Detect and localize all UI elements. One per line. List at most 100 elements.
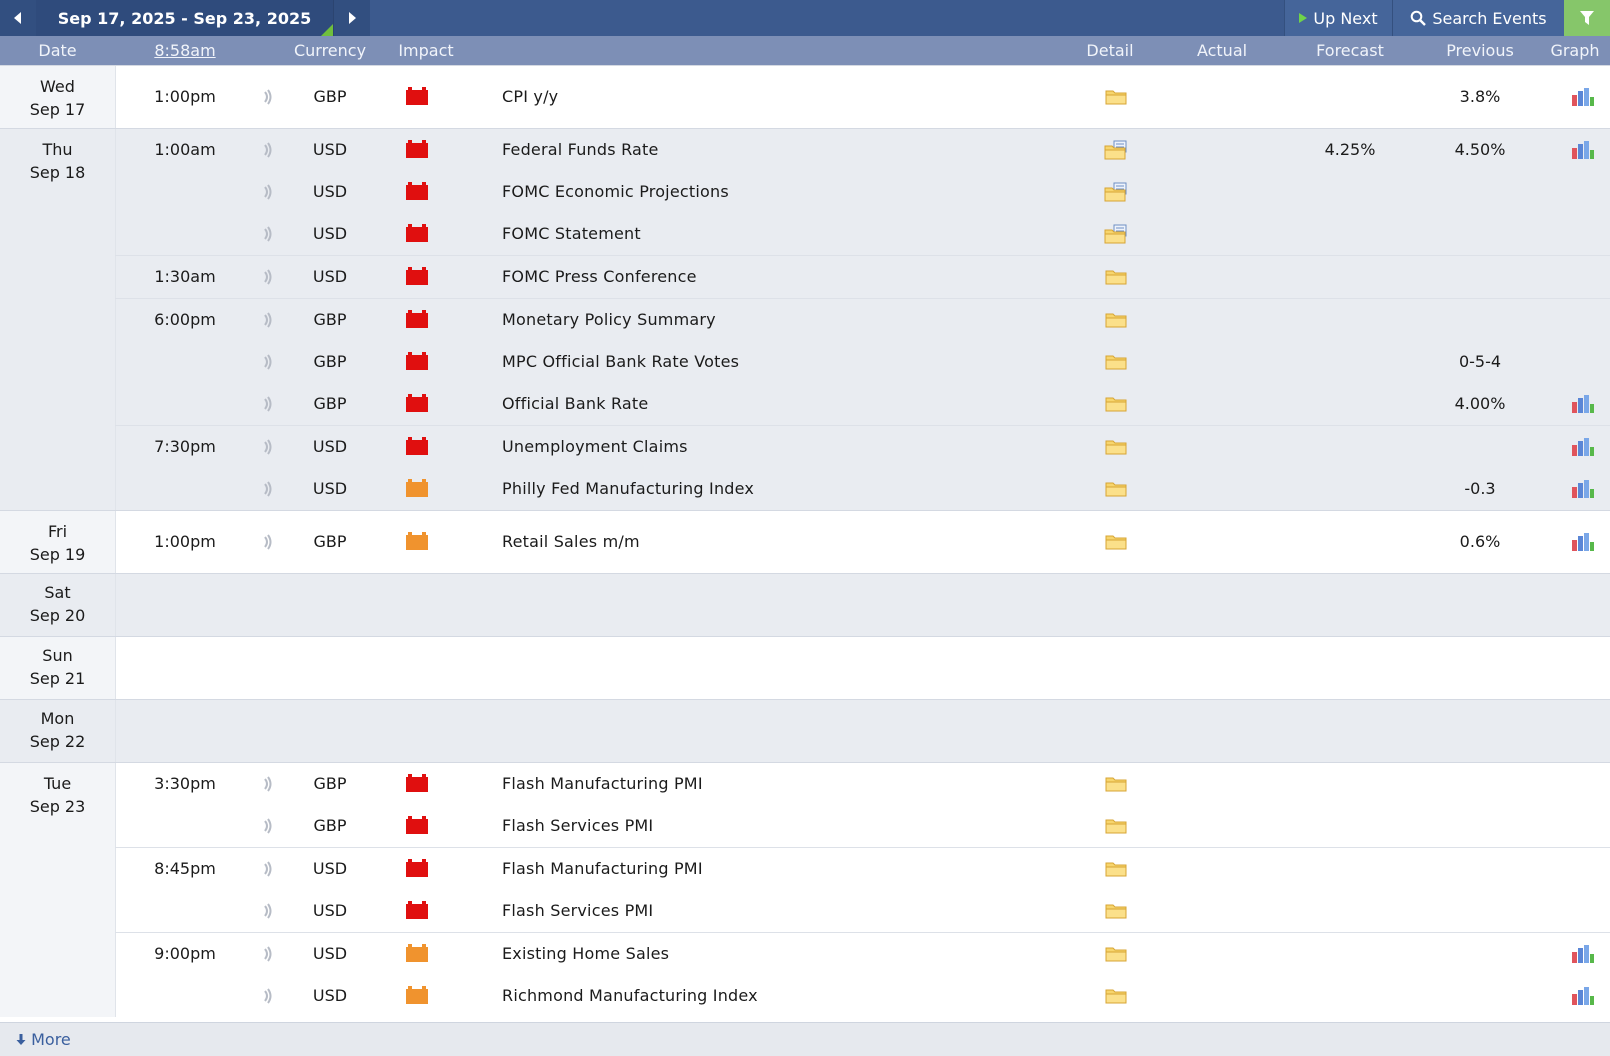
graph-icon[interactable]: [1560, 129, 1605, 171]
detail-folder-icon[interactable]: [1096, 66, 1136, 128]
event-actual: [1182, 171, 1262, 213]
event-title[interactable]: Flash Services PMI: [502, 890, 1062, 932]
event-actual: [1182, 426, 1262, 468]
sound-icon[interactable]: [258, 299, 278, 341]
event-row[interactable]: 3:30pm GBP Flash Manufacturing PMI: [115, 763, 1610, 805]
detail-folder-icon[interactable]: [1096, 468, 1136, 510]
event-currency: USD: [312, 901, 348, 920]
graph-icon[interactable]: [1560, 426, 1605, 468]
event-row[interactable]: USD Philly Fed Manufacturing Index -0.3: [115, 468, 1610, 510]
up-next-button[interactable]: Up Next: [1284, 0, 1392, 36]
graph-icon[interactable]: [1560, 933, 1605, 975]
event-row[interactable]: GBP Flash Services PMI: [115, 805, 1610, 847]
event-title[interactable]: Flash Manufacturing PMI: [502, 763, 1062, 805]
event-title[interactable]: CPI y/y: [502, 66, 1062, 128]
event-row[interactable]: 1:30am USD FOMC Press Conference: [115, 255, 1610, 298]
sound-icon[interactable]: [258, 763, 278, 805]
sound-icon[interactable]: [258, 511, 278, 573]
sound-icon[interactable]: [258, 933, 278, 975]
detail-folder-icon[interactable]: [1096, 383, 1136, 425]
event-title[interactable]: Retail Sales m/m: [502, 511, 1062, 573]
detail-folder-icon[interactable]: [1096, 805, 1136, 847]
event-title[interactable]: Federal Funds Rate: [502, 129, 1062, 171]
day-date: Sep 18: [29, 163, 86, 182]
event-time: [140, 468, 230, 510]
up-next-label: Up Next: [1313, 8, 1378, 28]
sound-icon[interactable]: [258, 805, 278, 847]
detail-folder-icon[interactable]: [1096, 763, 1136, 805]
header-currency: Currency: [293, 41, 367, 60]
detail-folder-icon[interactable]: [1096, 256, 1136, 298]
sound-icon[interactable]: [258, 171, 278, 213]
day-weekday: Sun: [42, 646, 73, 665]
event-row[interactable]: 1:00pm GBP Retail Sales m/m 0.6%: [115, 511, 1610, 573]
sound-icon[interactable]: [258, 213, 278, 255]
event-title[interactable]: Flash Manufacturing PMI: [502, 848, 1062, 890]
sound-icon[interactable]: [258, 848, 278, 890]
event-title[interactable]: Monetary Policy Summary: [502, 299, 1062, 341]
detail-folder-icon[interactable]: [1096, 890, 1136, 932]
event-time: 1:00pm: [154, 87, 216, 106]
event-title[interactable]: Official Bank Rate: [502, 383, 1062, 425]
graph-icon[interactable]: [1560, 511, 1605, 573]
day-date-cell: Sat Sep 20: [0, 574, 116, 636]
sound-icon[interactable]: [258, 256, 278, 298]
event-title[interactable]: Flash Services PMI: [502, 805, 1062, 847]
sound-icon[interactable]: [258, 341, 278, 383]
sound-icon[interactable]: [258, 975, 278, 1017]
detail-folder-icon[interactable]: [1096, 299, 1136, 341]
detail-folder-icon[interactable]: [1096, 933, 1136, 975]
next-week-button[interactable]: [333, 0, 370, 36]
event-title[interactable]: MPC Official Bank Rate Votes: [502, 341, 1062, 383]
detail-folder-icon[interactable]: [1096, 848, 1136, 890]
graph-icon[interactable]: [1560, 66, 1605, 128]
event-row[interactable]: GBP Official Bank Rate 4.00%: [115, 383, 1610, 425]
event-title[interactable]: FOMC Economic Projections: [502, 171, 1062, 213]
impact-high-icon: [392, 763, 442, 805]
event-title[interactable]: Philly Fed Manufacturing Index: [502, 468, 1062, 510]
event-row[interactable]: 7:30pm USD Unemployment Claims: [115, 425, 1610, 468]
detail-folder-icon[interactable]: [1096, 975, 1136, 1017]
filter-button[interactable]: [1564, 0, 1610, 36]
sound-icon[interactable]: [258, 129, 278, 171]
event-title[interactable]: FOMC Press Conference: [502, 256, 1062, 298]
sound-icon[interactable]: [258, 383, 278, 425]
header-actual: Actual: [1196, 41, 1248, 60]
empty-day-row: [115, 637, 1610, 699]
event-title[interactable]: Unemployment Claims: [502, 426, 1062, 468]
detail-folder-doc-icon[interactable]: [1096, 171, 1136, 213]
event-row[interactable]: 8:45pm USD Flash Manufacturing PMI: [115, 847, 1610, 890]
date-range-selector[interactable]: Sep 17, 2025 - Sep 23, 2025: [36, 0, 333, 36]
search-events-button[interactable]: Search Events: [1392, 0, 1564, 36]
impact-high-icon: [392, 426, 442, 468]
graph-icon[interactable]: [1560, 468, 1605, 510]
event-row[interactable]: USD Richmond Manufacturing Index: [115, 975, 1610, 1017]
event-row[interactable]: 1:00am USD Federal Funds Rate 4.25% 4.50%: [115, 129, 1610, 171]
event-row[interactable]: USD FOMC Statement: [115, 213, 1610, 255]
event-row[interactable]: 9:00pm USD Existing Home Sales: [115, 932, 1610, 975]
header-current-time[interactable]: 8:58am: [140, 36, 230, 65]
event-row[interactable]: 1:00pm GBP CPI y/y 3.8%: [115, 66, 1610, 128]
event-row[interactable]: GBP MPC Official Bank Rate Votes 0-5-4: [115, 341, 1610, 383]
graph-icon[interactable]: [1560, 383, 1605, 425]
event-row[interactable]: 6:00pm GBP Monetary Policy Summary: [115, 298, 1610, 341]
detail-folder-icon[interactable]: [1096, 511, 1136, 573]
event-row[interactable]: USD FOMC Economic Projections: [115, 171, 1610, 213]
event-title[interactable]: FOMC Statement: [502, 213, 1062, 255]
detail-folder-icon[interactable]: [1096, 426, 1136, 468]
more-button[interactable]: More: [16, 1023, 71, 1056]
detail-folder-doc-icon[interactable]: [1096, 213, 1136, 255]
sound-icon[interactable]: [258, 468, 278, 510]
prev-week-button[interactable]: [0, 0, 36, 36]
event-title[interactable]: Existing Home Sales: [502, 933, 1062, 975]
sound-icon[interactable]: [258, 426, 278, 468]
sound-icon[interactable]: [258, 890, 278, 932]
detail-folder-doc-icon[interactable]: [1096, 129, 1136, 171]
sound-icon[interactable]: [258, 66, 278, 128]
day-weekday: Fri: [47, 522, 68, 541]
day-date: Sep 17: [29, 100, 86, 119]
graph-icon[interactable]: [1560, 975, 1605, 1017]
event-row[interactable]: USD Flash Services PMI: [115, 890, 1610, 932]
detail-folder-icon[interactable]: [1096, 341, 1136, 383]
event-title[interactable]: Richmond Manufacturing Index: [502, 975, 1062, 1017]
